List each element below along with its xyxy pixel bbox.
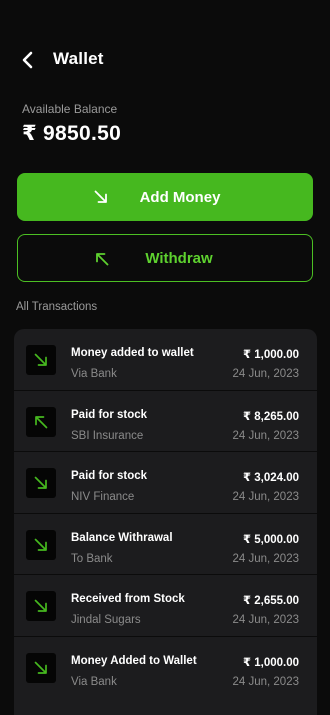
transaction-title: Balance Withrawal xyxy=(71,531,173,544)
arrow-down-right-icon xyxy=(34,600,47,613)
add-money-button[interactable]: Add Money xyxy=(17,173,313,221)
transaction-icon-box xyxy=(26,653,56,683)
transaction-subtitle: Via Bank xyxy=(71,676,117,688)
transaction-amount: ₹ 2,655.00 xyxy=(243,595,299,608)
list-item[interactable]: Paid for stock NIV Finance ₹ 3,024.00 24… xyxy=(14,452,317,514)
transaction-amount: ₹ 8,265.00 xyxy=(243,410,299,423)
list-item[interactable]: Money added to wallet Via Bank ₹ 1,000.0… xyxy=(14,329,317,391)
transaction-title: Money Added to Wallet xyxy=(71,655,197,667)
transaction-date: 24 Jun, 2023 xyxy=(232,429,299,442)
transactions-heading: All Transactions xyxy=(16,301,98,313)
transaction-subtitle: SBI Insurance xyxy=(71,429,144,442)
transaction-amount: ₹ 1,000.00 xyxy=(243,657,299,669)
add-money-label: Add Money xyxy=(139,188,221,206)
arrow-down-right-icon xyxy=(34,661,47,674)
transaction-subtitle: NIV Finance xyxy=(71,491,135,504)
transaction-date: 24 Jun, 2023 xyxy=(232,491,299,504)
withdraw-label: Withdraw xyxy=(145,249,213,267)
arrow-up-left-icon xyxy=(35,415,48,428)
balance-label: Available Balance xyxy=(22,102,118,116)
transaction-title: Money added to wallet xyxy=(71,347,194,359)
transaction-title: Paid for stock xyxy=(71,470,148,483)
withdraw-button[interactable]: Withdraw xyxy=(17,234,313,282)
arrow-down-right-icon xyxy=(34,538,47,551)
transaction-subtitle: Via Bank xyxy=(71,368,117,380)
transaction-title: Paid for stock xyxy=(71,408,148,421)
transaction-amount: ₹ 3,024.00 xyxy=(243,472,299,485)
list-item[interactable]: Paid for stock SBI Insurance ₹ 8,265.00 … xyxy=(14,391,317,453)
transaction-icon-box xyxy=(26,345,56,375)
chevron-left-icon xyxy=(22,51,33,69)
transaction-date: 24 Jun, 2023 xyxy=(232,368,299,380)
app-header: Wallet xyxy=(0,40,330,80)
transaction-amount: ₹ 1,000.00 xyxy=(243,349,299,361)
transaction-subtitle: To Bank xyxy=(71,552,113,565)
transaction-icon-box xyxy=(26,591,56,622)
arrow-down-right-icon xyxy=(34,353,47,366)
transaction-subtitle: Jindal Sugars xyxy=(71,614,141,627)
transaction-list: Money added to wallet Via Bank ₹ 1,000.0… xyxy=(14,329,317,715)
transaction-icon-box xyxy=(26,406,56,437)
back-button[interactable] xyxy=(18,50,38,70)
transaction-title: Received from Stock xyxy=(71,593,185,606)
arrow-down-right-icon xyxy=(34,476,47,490)
arrow-down-right-icon xyxy=(94,190,107,203)
balance-value: ₹ 9850.50 xyxy=(22,122,122,145)
transaction-icon-box xyxy=(26,468,56,499)
transaction-date: 24 Jun, 2023 xyxy=(232,676,299,688)
list-item[interactable]: Balance Withrawal To Bank ₹ 5,000.00 24 … xyxy=(14,514,317,576)
transaction-icon-box xyxy=(26,529,56,560)
page-title: Wallet xyxy=(53,49,104,68)
transaction-date: 24 Jun, 2023 xyxy=(232,552,299,565)
list-item[interactable]: Received from Stock Jindal Sugars ₹ 2,65… xyxy=(14,575,317,637)
transaction-date: 24 Jun, 2023 xyxy=(232,614,299,627)
transaction-amount: ₹ 5,000.00 xyxy=(243,533,299,546)
arrow-up-left-icon xyxy=(96,253,109,266)
list-item[interactable]: Money Added to Wallet Via Bank ₹ 1,000.0… xyxy=(14,637,317,699)
